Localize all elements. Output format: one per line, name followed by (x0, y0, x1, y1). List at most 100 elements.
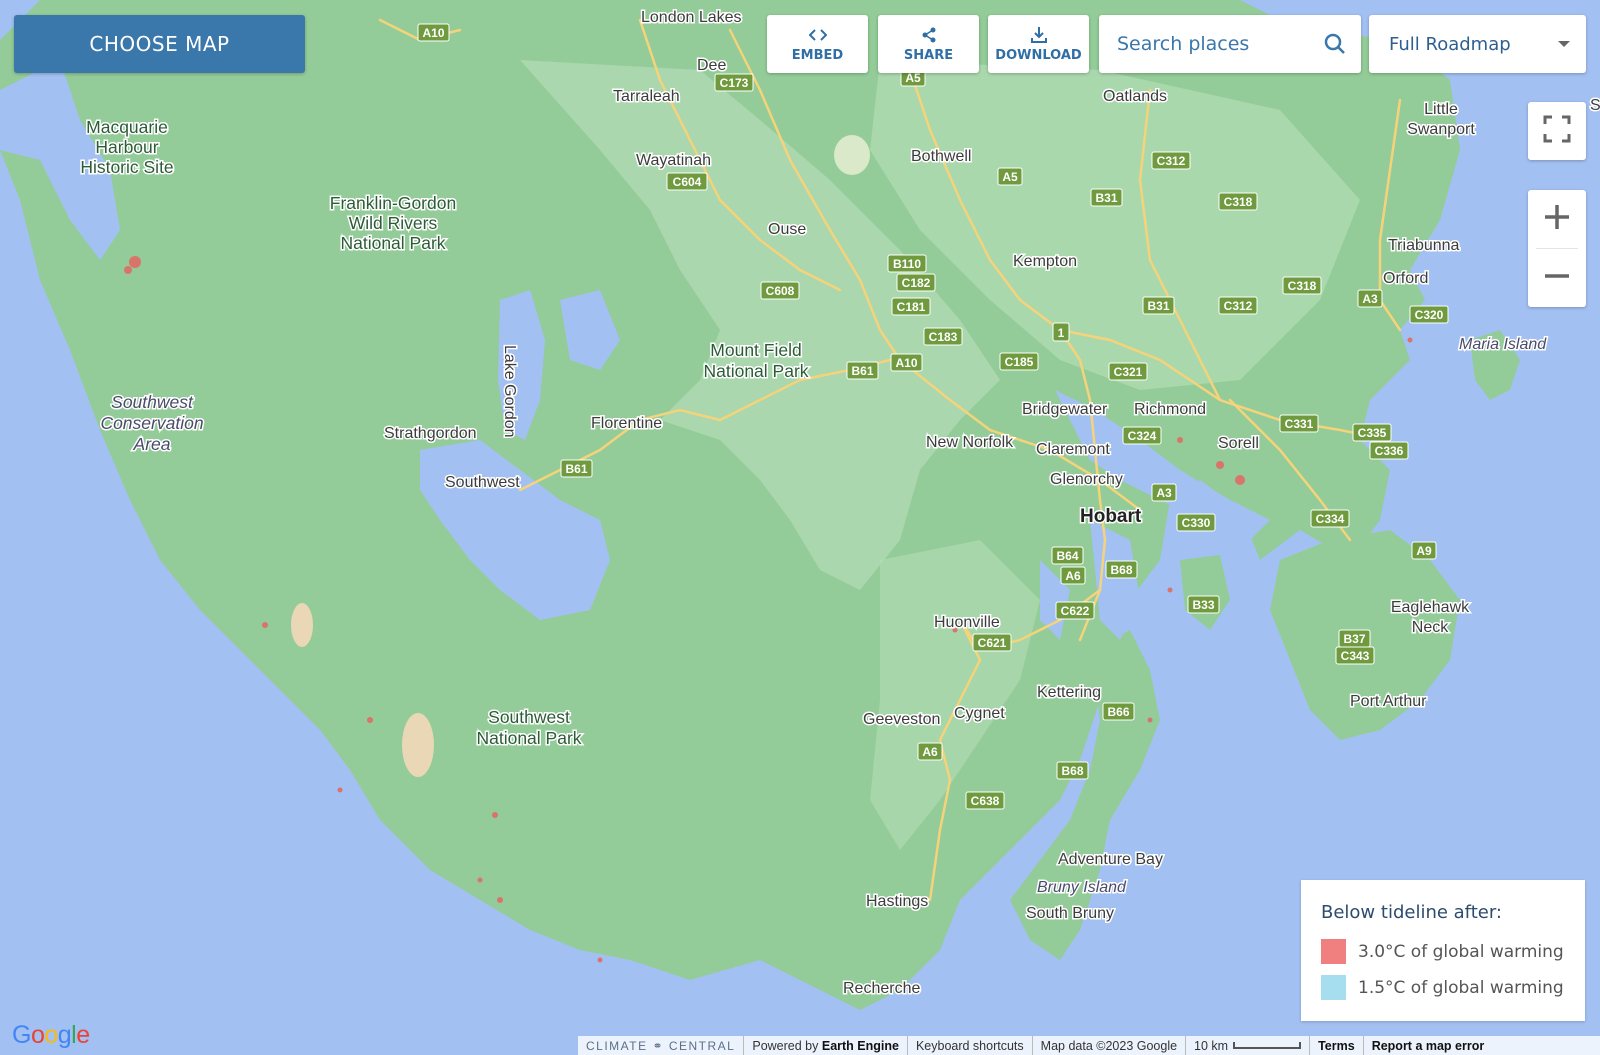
label-dee: Dee (697, 57, 726, 74)
shield-c173: C173 (714, 73, 754, 92)
choose-map-button[interactable]: CHOOSE MAP (14, 15, 305, 73)
shield-a6-north: A6 (1060, 566, 1086, 585)
climate-central-logo[interactable]: CLIMATE ⚭ CENTRAL (578, 1036, 743, 1055)
sand-patch-north (291, 603, 313, 647)
share-label: SHARE (903, 47, 954, 63)
shield-c330: C330 (1176, 513, 1216, 532)
share-button[interactable]: SHARE (878, 15, 979, 73)
label-sorell: Sorell (1218, 435, 1259, 452)
download-icon (1030, 26, 1048, 44)
legend-swatch-3c (1321, 939, 1346, 964)
label-macquarie-1: Macquarie (86, 117, 168, 137)
plus-icon (1544, 204, 1570, 235)
svg-text:A6: A6 (922, 745, 938, 759)
chevron-down-icon (1558, 41, 1570, 47)
powered-by: Powered by Earth Engine (743, 1036, 907, 1055)
label-tarraleah: Tarraleah (613, 88, 680, 105)
label-eaglehawk-2: Neck (1412, 619, 1449, 636)
search-icon[interactable] (1323, 32, 1347, 61)
terms-link[interactable]: Terms (1309, 1036, 1363, 1055)
label-london-lakes: London Lakes (641, 9, 742, 26)
shield-c320: C320 (1409, 305, 1449, 324)
shield-1: 1 (1052, 322, 1070, 342)
zoom-out-button[interactable] (1528, 249, 1586, 307)
svg-text:C312: C312 (1157, 154, 1186, 168)
svg-text:C331: C331 (1285, 417, 1314, 431)
svg-text:B68: B68 (1110, 563, 1132, 577)
svg-text:C335: C335 (1358, 426, 1387, 440)
label-lake-gordon: Lake Gordon (501, 345, 518, 438)
fullscreen-button[interactable] (1528, 102, 1586, 160)
svg-text:C638: C638 (971, 794, 1000, 808)
svg-text:A10: A10 (422, 26, 444, 40)
fullscreen-icon (1543, 115, 1571, 148)
svg-text:C181: C181 (897, 300, 926, 314)
map-type-select[interactable]: Full Roadmap (1369, 15, 1586, 73)
shield-c181: C181 (891, 297, 931, 316)
label-southwest: Southwest (445, 474, 520, 491)
label-recherche: Recherche (843, 980, 920, 997)
shield-c622: C622 (1055, 601, 1095, 620)
svg-text:B66: B66 (1107, 705, 1129, 719)
label-huonville: Huonville (934, 614, 1000, 631)
code-icon (808, 26, 827, 44)
embed-label: EMBED (791, 47, 844, 63)
label-franklin-1: Franklin-Gordon (330, 193, 456, 213)
shield-b68-north: B68 (1105, 560, 1138, 579)
label-kettering: Kettering (1037, 684, 1101, 701)
shield-c336: C336 (1369, 441, 1409, 460)
label-sw-np-1: Southwest (488, 707, 570, 727)
shield-c321: C321 (1108, 362, 1148, 381)
minus-icon (1544, 263, 1570, 294)
shield-c318: C318 (1282, 276, 1322, 295)
svg-text:C334: C334 (1316, 512, 1345, 526)
keyboard-shortcuts-link[interactable]: Keyboard shortcuts (906, 1036, 1032, 1055)
svg-text:C173: C173 (720, 76, 749, 90)
svg-text:C318: C318 (1224, 195, 1253, 209)
label-franklin-3: National Park (340, 233, 445, 253)
label-kempton: Kempton (1013, 253, 1077, 270)
svg-text:C330: C330 (1182, 516, 1211, 530)
svg-text:1: 1 (1058, 326, 1065, 340)
svg-text:C621: C621 (978, 636, 1007, 650)
shield-b61-east: B61 (846, 361, 879, 380)
shield-b61-west: B61 (560, 459, 593, 478)
shield-c324: C324 (1122, 426, 1162, 445)
zoom-in-button[interactable] (1528, 190, 1586, 248)
scale-indicator[interactable]: 10 km (1185, 1036, 1309, 1055)
map-type-value: Full Roadmap (1389, 33, 1511, 55)
report-error-link[interactable]: Report a map error (1362, 1036, 1493, 1055)
legend-label-3c: 3.0°C of global warming (1358, 941, 1564, 962)
label-adventure-bay: Adventure Bay (1058, 851, 1163, 868)
label-bothwell: Bothwell (911, 148, 971, 165)
attribution-bar: CLIMATE ⚭ CENTRAL Powered by Earth Engin… (578, 1036, 1600, 1055)
map-data-credit: Map data ©2023 Google (1031, 1036, 1185, 1055)
svg-text:B68: B68 (1061, 764, 1083, 778)
sand-patch-central (834, 135, 870, 175)
shield-b64: B64 (1051, 546, 1084, 565)
label-hastings: Hastings (866, 893, 928, 910)
embed-button[interactable]: EMBED (767, 15, 868, 73)
scale-bar (1233, 1042, 1302, 1049)
shield-c608: C608 (760, 281, 800, 300)
download-button[interactable]: DOWNLOAD (988, 15, 1089, 73)
google-logo[interactable]: Google (12, 1021, 90, 1050)
label-claremont: Claremont (1036, 441, 1110, 458)
label-port-arthur: Port Arthur (1350, 693, 1427, 710)
label-sw-np-2: National Park (476, 728, 581, 748)
shield-a3-east: A3 (1357, 289, 1383, 308)
shield-a10: A10 (890, 353, 923, 372)
shield-c604: C604 (666, 172, 708, 191)
shield-c335: C335 (1352, 423, 1392, 442)
label-maria-island: Maria Island (1459, 336, 1547, 353)
shield-c343: C343 (1335, 646, 1375, 665)
label-geeveston: Geeveston (863, 711, 940, 728)
shield-c621: C621 (972, 633, 1012, 652)
search-input[interactable] (1117, 33, 1317, 55)
svg-text:A5: A5 (905, 71, 921, 85)
earth-engine-link[interactable]: Earth Engine (822, 1039, 899, 1053)
legend-item-3c: 3.0°C of global warming (1321, 939, 1565, 964)
svg-text:C318: C318 (1288, 279, 1317, 293)
svg-text:B61: B61 (851, 364, 873, 378)
shield-c638: C638 (965, 791, 1005, 810)
